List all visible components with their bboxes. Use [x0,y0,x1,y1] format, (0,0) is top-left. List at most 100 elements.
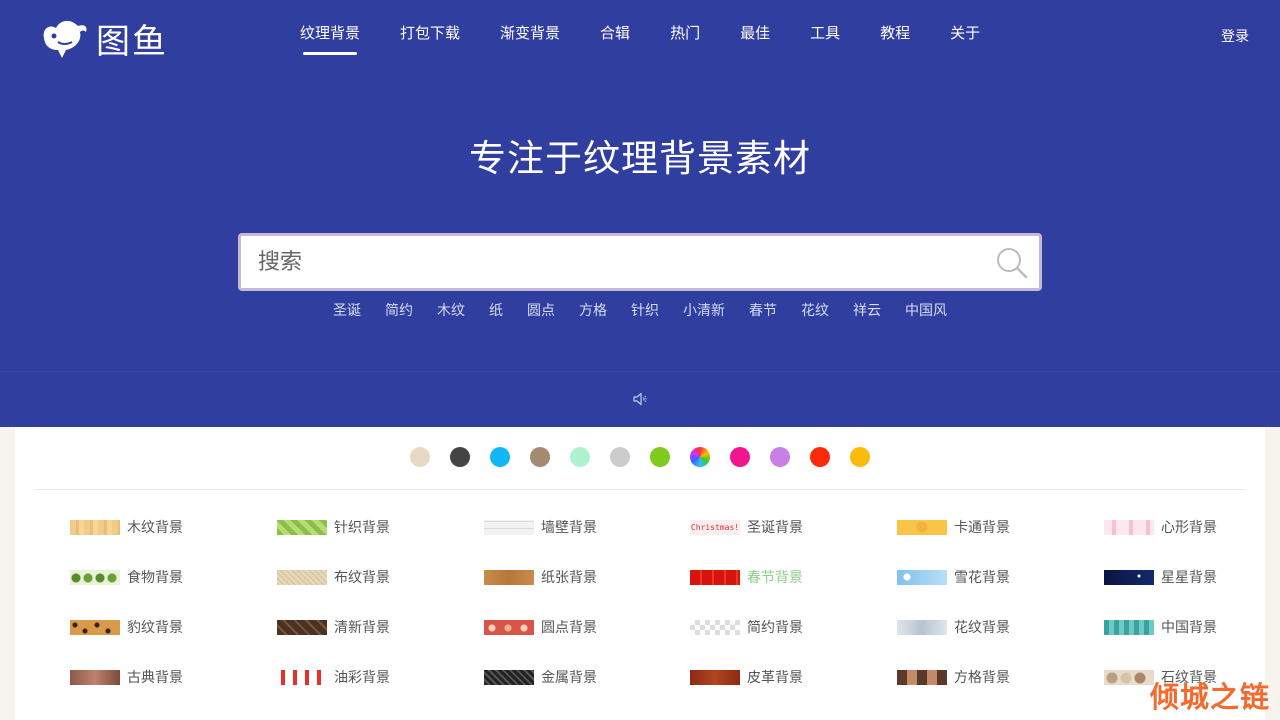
hot-tag[interactable]: 针织 [631,303,659,319]
category-thumbnail [897,619,947,635]
category-thumbnail [690,619,740,635]
hot-tag[interactable]: 祥云 [853,303,881,319]
hot-tag[interactable]: 中国风 [905,303,947,319]
site-logo[interactable]: 图鱼 [40,16,168,62]
color-swatch[interactable] [850,447,870,467]
color-swatch[interactable] [730,447,750,467]
hot-tag[interactable]: 小清新 [683,303,725,319]
category-link[interactable]: 星星背景 [1104,569,1217,586]
speaker-icon[interactable] [632,391,648,411]
search-icon[interactable] [995,246,1029,280]
hot-tag[interactable]: 木纹 [437,303,465,319]
nav-item[interactable]: 工具 [810,22,840,58]
category-thumbnail [1104,519,1154,535]
nav-item[interactable]: 纹理背景 [300,22,360,58]
category-link[interactable]: 清新背景 [277,619,390,636]
category-link[interactable]: 简约背景 [690,619,803,636]
category-link[interactable]: 心形背景 [1104,519,1217,536]
color-swatch[interactable] [650,447,670,467]
color-swatch[interactable] [530,447,550,467]
category-thumbnail [1104,619,1154,635]
main-nav: 纹理背景 打包下载 渐变背景 合辑 热门 最佳 工具 教程 关于 [300,22,1020,58]
hero-banner: 图鱼 纹理背景 打包下载 渐变背景 合辑 热门 最佳 工具 教程 关于 登录 专注于纹理背景素材… [0,0,1280,427]
category-panel: 木纹背景 针织背景 墙壁背景 Christmas! 圣诞背景 卡通背景 心形背景食物背景 布纹… [15,427,1265,720]
category-label: 皮革背景 [747,670,803,686]
color-swatch[interactable] [410,447,430,467]
category-link[interactable]: 油彩背景 [277,669,390,686]
color-swatch[interactable] [450,447,470,467]
category-link[interactable]: 豹纹背景 [70,619,183,636]
nav-item[interactable]: 热门 [670,22,700,58]
category-link[interactable]: 中国背景 [1104,619,1217,636]
category-link[interactable]: 方格背景 [897,669,1010,686]
category-thumbnail [70,619,120,635]
whale-logo-icon [43,20,87,58]
category-label: 食物背景 [127,570,183,586]
nav-item[interactable]: 渐变背景 [500,22,560,58]
category-link[interactable]: Christmas! 圣诞背景 [690,519,803,536]
search-input[interactable] [258,236,998,288]
hot-tag[interactable]: 圆点 [527,303,555,319]
hot-tag[interactable]: 春节 [749,303,777,319]
hero-title: 专注于纹理背景素材 [469,137,811,180]
nav-item[interactable]: 合辑 [600,22,630,58]
nav-item[interactable]: 最佳 [740,22,770,58]
category-link[interactable]: 卡通背景 [897,519,1010,536]
hot-tag[interactable]: 圣诞 [333,303,361,319]
category-thumbnail [484,619,534,635]
watermark: 倾城之链 [1149,680,1270,714]
category-link[interactable]: 古典背景 [70,669,183,686]
category-link[interactable]: 花纹背景 [897,619,1010,636]
nav-item[interactable]: 关于 [950,22,980,58]
category-link[interactable]: 金属背景 [484,669,597,686]
hot-tag[interactable]: 花纹 [801,303,829,319]
nav-item[interactable]: 打包下载 [400,22,460,58]
color-swatch[interactable] [570,447,590,467]
category-thumbnail [484,569,534,585]
category-link[interactable]: 木纹背景 [70,519,183,536]
hot-tag[interactable]: 简约 [385,303,413,319]
category-thumbnail [70,669,120,685]
color-swatch[interactable] [810,447,830,467]
color-swatch[interactable] [610,447,630,467]
category-label: 古典背景 [127,670,183,686]
category-label: 花纹背景 [954,620,1010,636]
color-swatch[interactable] [770,447,790,467]
color-swatch[interactable] [690,447,710,467]
category-thumbnail: Christmas! [690,519,740,535]
category-link[interactable]: 纸张背景 [484,569,597,586]
category-label: 布纹背景 [334,570,390,586]
color-swatch[interactable] [490,447,510,467]
login-link[interactable]: 登录 [1221,26,1249,46]
category-link[interactable]: 春节背景 [690,569,803,586]
category-label: 圣诞背景 [747,520,803,536]
category-link[interactable]: 针织背景 [277,519,390,536]
category-thumbnail [277,569,327,585]
category-link[interactable]: 皮革背景 [690,669,803,686]
category-link[interactable]: 雪花背景 [897,569,1010,586]
search-box [238,233,1042,291]
category-label: 纸张背景 [541,570,597,586]
category-link[interactable]: 食物背景 [70,569,183,586]
hot-tag[interactable]: 纸 [489,303,503,319]
category-thumbnail [690,669,740,685]
category-label: 木纹背景 [127,520,183,536]
category-label: 清新背景 [334,620,390,636]
hot-tag[interactable]: 方格 [579,303,607,319]
notice-bar [0,371,1280,427]
category-label: 针织背景 [334,520,390,536]
category-thumbnail [484,669,534,685]
category-thumbnail [277,519,327,535]
category-link[interactable]: 布纹背景 [277,569,390,586]
category-link[interactable]: 墙壁背景 [484,519,597,536]
category-label: 春节背景 [747,570,803,586]
category-label: 卡通背景 [954,520,1010,536]
category-thumbnail [70,569,120,585]
category-label: 金属背景 [541,670,597,686]
category-link[interactable]: 圆点背景 [484,619,597,636]
category-label: 墙壁背景 [541,520,597,536]
category-label: 心形背景 [1161,520,1217,536]
hot-tags: 圣诞 简约 木纹 纸 圆点 方格 针织 小清新 春节 花纹 祥云 中国风 [0,300,1280,320]
category-label: 油彩背景 [334,670,390,686]
nav-item[interactable]: 教程 [880,22,910,58]
